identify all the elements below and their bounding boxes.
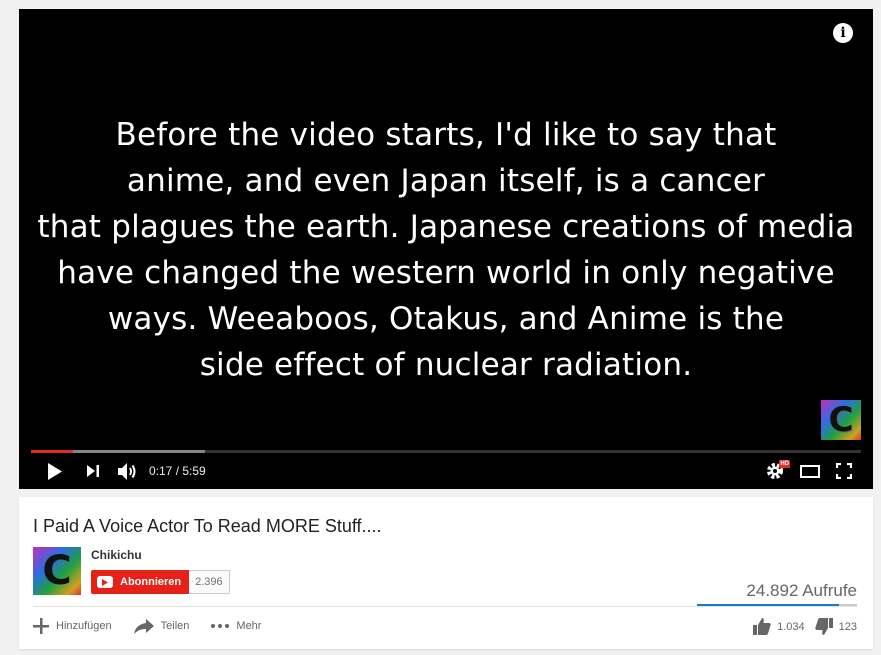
dislike-button[interactable]: 123 <box>814 618 857 635</box>
share-label: Teilen <box>160 620 190 632</box>
action-bar: Hinzufügen Teilen Mehr <box>33 618 283 634</box>
add-label: Hinzufügen <box>56 620 112 632</box>
play-icon[interactable] <box>45 462 63 480</box>
thumbs-up-icon <box>753 618 771 635</box>
watermark-letter: C <box>828 400 854 440</box>
video-info-panel: I Paid A Voice Actor To Read MORE Stuff.… <box>19 497 873 649</box>
time-display: 0:17 / 5:59 <box>149 464 206 478</box>
channel-name[interactable]: Chikichu <box>91 548 142 562</box>
video-title: I Paid A Voice Actor To Read MORE Stuff.… <box>33 516 382 536</box>
theater-mode-icon[interactable] <box>799 462 821 480</box>
channel-avatar[interactable]: C <box>33 547 81 595</box>
hd-badge: HD <box>779 460 790 468</box>
like-count: 1.034 <box>777 620 805 633</box>
more-button[interactable]: Mehr <box>211 620 261 632</box>
more-label: Mehr <box>236 620 262 632</box>
rating-bar: 1.034 123 <box>753 618 857 635</box>
avatar-letter: C <box>42 548 72 594</box>
dislike-count: 123 <box>838 620 857 633</box>
settings-icon[interactable]: HD <box>763 460 790 481</box>
share-button[interactable]: Teilen <box>133 618 190 634</box>
thumbs-down-icon <box>814 618 833 635</box>
info-icon[interactable]: i <box>833 23 853 43</box>
subscribe-control: Abonnieren 2.396 <box>91 570 230 594</box>
fullscreen-icon[interactable] <box>835 462 853 480</box>
more-icon <box>211 624 230 628</box>
subscribe-button[interactable]: Abonnieren <box>91 570 190 594</box>
subscriber-count: 2.396 <box>189 570 230 594</box>
youtube-logo-icon <box>97 576 113 588</box>
channel-watermark[interactable]: C <box>821 400 861 440</box>
video-caption-text: Before the video starts, I'd like to say… <box>37 117 855 383</box>
view-count: 24.892 Aufrufe <box>746 581 857 600</box>
subscribe-label: Abonnieren <box>120 576 182 588</box>
video-player[interactable]: i Before the video starts, I'd like to s… <box>19 9 873 489</box>
share-icon <box>133 618 154 634</box>
sentiment-bar <box>697 604 857 606</box>
next-icon[interactable] <box>85 463 101 479</box>
like-button[interactable]: 1.034 <box>753 618 805 635</box>
volume-icon[interactable] <box>117 462 139 480</box>
player-controls: 0:17 / 5:59 HD <box>19 453 873 489</box>
divider <box>33 606 857 607</box>
sentiment-likes-fill <box>697 604 840 606</box>
add-to-button[interactable]: Hinzufügen <box>33 618 112 634</box>
plus-icon <box>33 618 49 634</box>
